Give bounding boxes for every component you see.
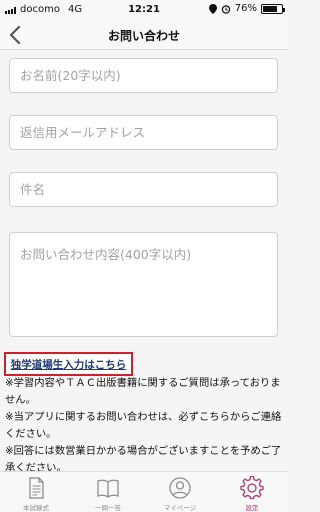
status-right: 76% [208,3,285,14]
person-icon [169,477,191,499]
battery-icon [261,3,285,14]
email-input[interactable] [9,115,278,150]
tab-bar: 本試験式 一問一答 マイページ 設定 [0,471,288,512]
battery-fill [263,5,277,12]
alarm-icon [221,4,230,14]
tab-settings[interactable]: 設定 [216,472,288,512]
tab-qa[interactable]: 一問一答 [72,472,144,512]
location-icon [208,3,217,14]
gear-icon [240,476,264,500]
name-input[interactable] [9,58,278,93]
subject-input[interactable] [9,172,278,207]
status-bar: docomo 4G 12:21 76% [0,0,288,20]
tab-label: マイページ [163,504,197,512]
tab-label: 一問一答 [95,504,121,512]
dojo-student-link[interactable]: 独学道場生入力はこちら [4,352,133,376]
nav-bar: お問い合わせ [0,20,288,50]
tab-label: 設定 [245,504,259,512]
note-item: ※回答には数営業日かかる場合がございますことを予めご了承ください。 [5,445,282,471]
tab-mypage[interactable]: マイページ [144,472,216,512]
note-item: ※当アプリに関するお問い合わせは、必ずこちらからご連絡ください。 [5,411,282,440]
message-textarea[interactable] [9,232,278,337]
document-icon [29,477,44,499]
tab-exam[interactable]: 本試験式 [0,472,72,512]
battery-percent: 76% [234,3,257,14]
book-icon [97,479,119,498]
notes: ※学習内容やＴＡＣ出版書籍に関するご質問は承っておりません。 ※当アプリに関する… [5,375,283,471]
page-title: お問い合わせ [107,29,180,43]
note-item: ※学習内容やＴＡＣ出版書籍に関するご質問は承っておりません。 [5,377,281,406]
tab-label: 本試験式 [23,504,49,512]
contact-form: 独学道場生入力はこちら ※学習内容やＴＡＣ出版書籍に関するご質問は承っておりませ… [0,51,288,471]
